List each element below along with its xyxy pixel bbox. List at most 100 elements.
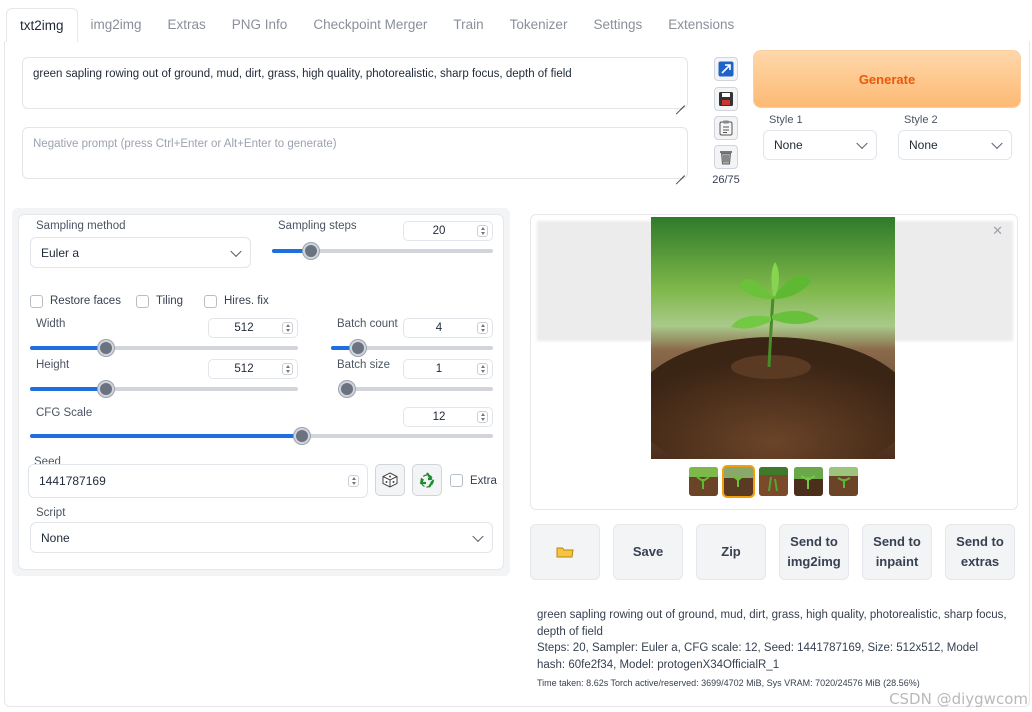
thumbnail-3[interactable]	[759, 467, 788, 496]
batch-count-input[interactable]: 4	[403, 318, 493, 338]
batch-count-slider[interactable]	[331, 340, 493, 356]
trash-icon	[720, 151, 732, 165]
resize-handle-icon[interactable]	[675, 96, 685, 106]
generation-params-text: Steps: 20, Sampler: Euler a, CFG scale: …	[537, 642, 979, 671]
thumbnail-4[interactable]	[794, 467, 823, 496]
generation-time-text: Time taken: 8.62s Torch active/reserved:…	[537, 678, 920, 688]
save-icon	[719, 92, 733, 106]
folder-icon	[556, 547, 574, 558]
tab-png-info[interactable]: PNG Info	[219, 8, 301, 42]
style1-select[interactable]: None	[763, 130, 877, 160]
spinner-icon[interactable]	[282, 322, 293, 334]
prompt-text: green sapling rowing out of ground, mud,…	[33, 68, 572, 80]
spinner-icon[interactable]	[282, 363, 293, 375]
cfg-scale-slider[interactable]	[30, 428, 493, 444]
clear-prompt-button[interactable]	[714, 145, 738, 169]
token-counter: 26/75	[712, 174, 740, 186]
recycle-icon	[419, 472, 435, 488]
negative-prompt-input[interactable]: Negative prompt (press Ctrl+Enter or Alt…	[22, 127, 688, 179]
chevron-down-icon	[991, 137, 1003, 150]
script-select[interactable]: None	[30, 522, 493, 553]
save-style-button[interactable]	[714, 87, 738, 111]
chevron-down-icon	[472, 530, 484, 542]
tab-settings[interactable]: Settings	[580, 8, 655, 42]
chevron-down-icon	[230, 245, 242, 257]
seed-input[interactable]: 1441787169	[28, 464, 368, 498]
hires-fix-label: Hires. fix	[224, 295, 269, 307]
sampling-steps-label: Sampling steps	[278, 220, 357, 232]
clipboard-icon	[719, 120, 733, 136]
close-icon[interactable]: ✕	[992, 223, 1003, 239]
spinner-icon[interactable]	[477, 411, 488, 423]
zip-button[interactable]: Zip	[696, 524, 766, 580]
width-slider[interactable]	[30, 340, 298, 356]
extra-seed-label: Extra	[470, 475, 497, 487]
slider-thumb[interactable]	[98, 340, 115, 356]
generated-image[interactable]	[651, 217, 895, 459]
watermark: CSDN @diygwcom	[889, 690, 1028, 708]
slider-thumb[interactable]	[302, 243, 319, 259]
generation-prompt-text: green sapling rowing out of ground, mud,…	[537, 609, 1007, 638]
batch-size-input[interactable]: 1	[403, 359, 493, 379]
sampling-steps-input[interactable]: 20	[403, 221, 493, 241]
sampling-method-select[interactable]: Euler a	[30, 237, 251, 268]
slider-thumb[interactable]	[98, 381, 115, 397]
batch-size-value: 1	[435, 363, 443, 375]
sampling-method-value: Euler a	[41, 245, 80, 260]
height-slider[interactable]	[30, 381, 298, 397]
tab-train[interactable]: Train	[440, 8, 496, 42]
send-to-img2img-button[interactable]: Send to img2img	[779, 524, 849, 580]
thumbnail-1[interactable]	[689, 467, 718, 496]
sampling-steps-value: 20	[432, 225, 446, 237]
generate-button[interactable]: Generate	[753, 50, 1021, 108]
spinner-icon[interactable]	[477, 322, 488, 334]
spinner-icon[interactable]	[477, 225, 488, 237]
sampling-steps-slider[interactable]	[272, 243, 493, 259]
style1-value: None	[774, 138, 803, 152]
tiling-label: Tiling	[156, 295, 184, 307]
slider-thumb[interactable]	[293, 428, 310, 444]
apply-style-button[interactable]	[714, 116, 738, 140]
tab-bar: txt2img img2img Extras PNG Info Checkpoi…	[6, 8, 747, 42]
read-params-button[interactable]	[714, 57, 738, 81]
extra-seed-checkbox[interactable]	[450, 474, 463, 487]
height-label: Height	[36, 359, 70, 371]
batch-count-label: Batch count	[337, 318, 398, 330]
tab-txt2img[interactable]: txt2img	[6, 8, 78, 42]
save-button[interactable]: Save	[613, 524, 683, 580]
spinner-icon[interactable]	[348, 475, 359, 487]
sampling-method-label: Sampling method	[36, 220, 126, 232]
image-gallery: ✕	[530, 214, 1018, 510]
tab-tokenizer[interactable]: Tokenizer	[497, 8, 581, 42]
batch-size-label: Batch size	[337, 359, 391, 371]
slider-thumb[interactable]	[339, 381, 355, 397]
tab-extensions[interactable]: Extensions	[655, 8, 747, 42]
width-input[interactable]: 512	[208, 318, 298, 338]
script-value: None	[41, 530, 70, 545]
style2-select[interactable]: None	[898, 130, 1012, 160]
tab-checkpoint-merger[interactable]: Checkpoint Merger	[300, 8, 440, 42]
thumbnail-5[interactable]	[829, 467, 858, 496]
tab-img2img[interactable]: img2img	[78, 8, 155, 42]
style2-value: None	[909, 138, 938, 152]
height-input[interactable]: 512	[208, 359, 298, 379]
send-to-extras-button[interactable]: Send to extras	[945, 524, 1015, 580]
slider-thumb[interactable]	[349, 340, 366, 356]
tab-extras[interactable]: Extras	[155, 8, 219, 42]
cfg-scale-input[interactable]: 12	[403, 407, 493, 427]
restore-faces-checkbox[interactable]	[30, 295, 43, 308]
tiling-checkbox[interactable]	[136, 295, 149, 308]
spinner-icon[interactable]	[477, 363, 488, 375]
negative-prompt-placeholder: Negative prompt (press Ctrl+Enter or Alt…	[33, 138, 337, 150]
open-folder-button[interactable]	[530, 524, 600, 580]
resize-handle-icon[interactable]	[675, 166, 685, 176]
reuse-seed-button[interactable]	[412, 464, 442, 496]
thumbnail-2[interactable]	[722, 465, 755, 498]
random-seed-button[interactable]	[375, 464, 405, 496]
batch-size-slider[interactable]	[339, 381, 493, 397]
send-to-inpaint-button[interactable]: Send to inpaint	[862, 524, 932, 580]
seed-spinner[interactable]	[345, 472, 359, 490]
thumbnail-strip	[689, 465, 858, 498]
hires-fix-checkbox[interactable]	[204, 295, 217, 308]
prompt-input[interactable]: green sapling rowing out of ground, mud,…	[22, 57, 688, 109]
